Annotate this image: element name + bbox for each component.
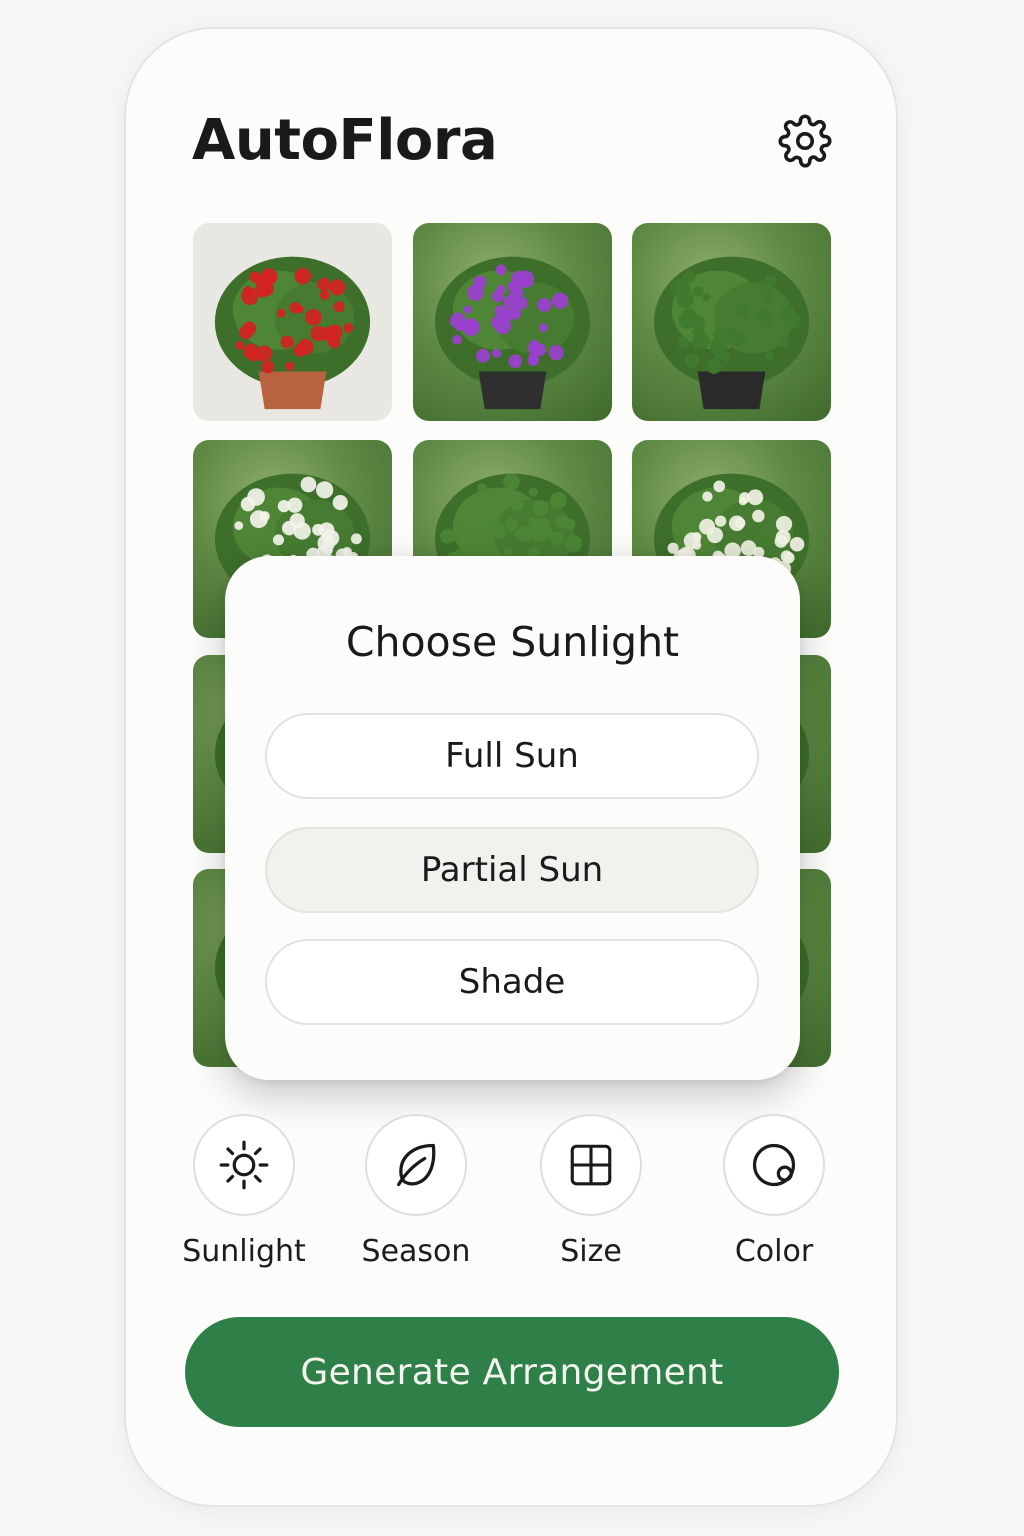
filter-size-button[interactable] <box>540 1114 642 1216</box>
sun-icon <box>219 1140 269 1190</box>
leaf-icon <box>397 1143 436 1187</box>
grid-icon <box>570 1144 612 1186</box>
sunlight-dialog: Choose Sunlight Full Sun Partial Sun Sha… <box>225 556 800 1080</box>
filter-color-button[interactable] <box>723 1114 825 1216</box>
color-icon <box>752 1143 796 1187</box>
filter-sunlight-button[interactable] <box>193 1114 295 1216</box>
app-title: AutoFlora <box>192 108 498 173</box>
filter-color[interactable]: Color <box>709 1114 839 1269</box>
option-shade[interactable]: Shade <box>265 939 759 1025</box>
dialog-title: Choose Sunlight <box>345 618 680 666</box>
gear-icon <box>778 114 832 168</box>
filter-size-label: Size <box>560 1234 622 1269</box>
option-full-sun[interactable]: Full Sun <box>265 713 759 799</box>
filter-season-button[interactable] <box>365 1114 467 1216</box>
option-partial-sun[interactable]: Partial Sun <box>265 827 759 913</box>
filter-sunlight[interactable]: Sunlight <box>179 1114 309 1269</box>
generate-arrangement-button[interactable]: Generate Arrangement <box>185 1317 839 1427</box>
filter-color-label: Color <box>734 1234 814 1269</box>
settings-button[interactable] <box>776 112 834 170</box>
filter-season[interactable]: Season <box>351 1114 481 1269</box>
green-basil-photo[interactable] <box>632 223 831 421</box>
purple-petunia-photo[interactable] <box>413 223 612 421</box>
filter-season-label: Season <box>361 1234 471 1269</box>
filter-sunlight-label: Sunlight <box>182 1234 306 1269</box>
red-geranium-photo[interactable] <box>193 223 392 421</box>
filter-size[interactable]: Size <box>526 1114 656 1269</box>
